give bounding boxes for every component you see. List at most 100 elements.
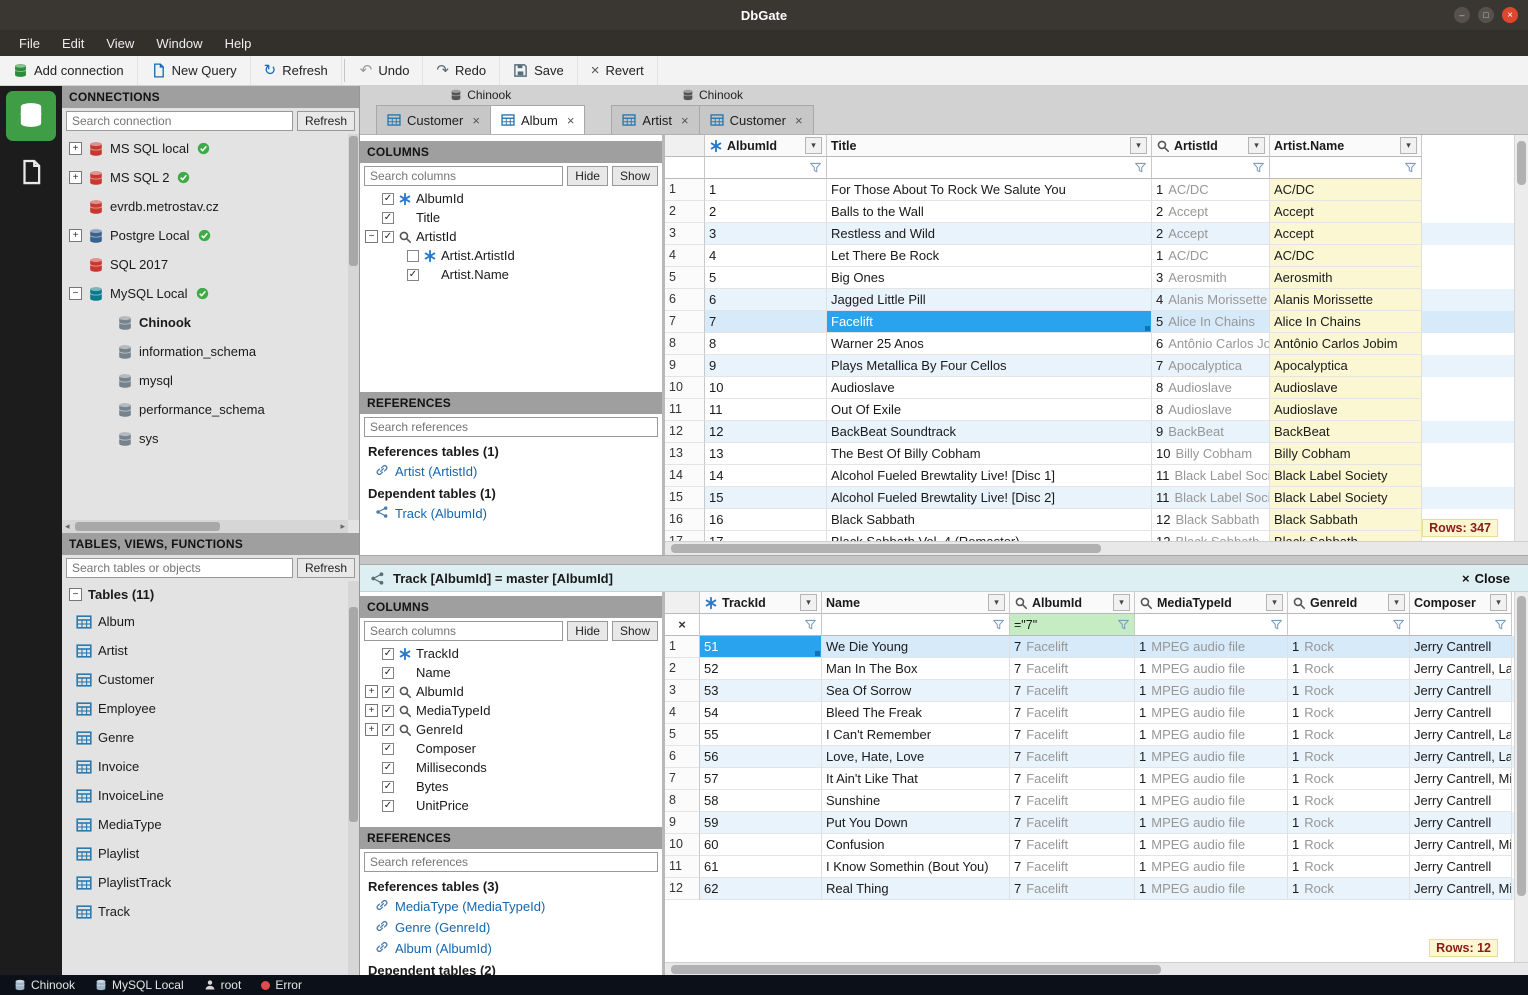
filter-icon[interactable]: [804, 618, 817, 631]
close-icon[interactable]: ×: [795, 113, 803, 128]
cell-trackid[interactable]: 62: [700, 878, 822, 900]
tab-customer[interactable]: Customer ×: [376, 105, 491, 134]
cell-composer[interactable]: Jerry Cantrell, Layne Staley: [1410, 746, 1512, 768]
connection-search-input[interactable]: [66, 111, 293, 131]
connection-item[interactable]: sys: [62, 424, 359, 453]
cell-albumid[interactable]: 6: [705, 289, 827, 311]
chevron-down-icon[interactable]: ▾: [1490, 594, 1507, 611]
cell-composer[interactable]: Jerry Cantrell, Michael Starr: [1410, 878, 1512, 900]
cell-albumid[interactable]: 7 Facelift: [1010, 856, 1135, 878]
row-number[interactable]: 7: [665, 311, 705, 333]
filter-composer[interactable]: [1410, 614, 1512, 636]
table-item[interactable]: Album: [62, 607, 359, 636]
cell-composer[interactable]: Jerry Cantrell, Michael Starr: [1410, 768, 1512, 790]
table-row[interactable]: 8 58 Sunshine 7 Facelift 1 MPEG audio file…: [665, 790, 1528, 812]
menu-help[interactable]: Help: [214, 33, 263, 54]
cell-name[interactable]: Put You Down: [822, 812, 1010, 834]
cell-artistname[interactable]: Aerosmith: [1270, 267, 1422, 289]
table-row[interactable]: 15 15 Alcohol Fueled Brewtality Live! [D…: [665, 487, 1528, 509]
chevron-down-icon[interactable]: ▾: [805, 137, 822, 154]
column-header-title[interactable]: Title ▾: [827, 135, 1152, 157]
cell-albumid[interactable]: 7 Facelift: [1010, 746, 1135, 768]
cell-title[interactable]: Warner 25 Anos: [827, 333, 1152, 355]
filter-icon[interactable]: [809, 161, 822, 174]
status-connection[interactable]: MySQL Local: [85, 975, 194, 995]
table-item[interactable]: PlaylistTrack: [62, 868, 359, 897]
close-icon[interactable]: ×: [567, 113, 575, 128]
table-row[interactable]: 13 13 The Best Of Billy Cobham 10 Billy C…: [665, 443, 1528, 465]
cell-albumid[interactable]: 12: [705, 421, 827, 443]
table-row[interactable]: 12 62 Real Thing 7 Facelift 1 MPEG audio f…: [665, 878, 1528, 900]
cell-mediatypeid[interactable]: 1 MPEG audio file: [1135, 790, 1288, 812]
column-header-trackid[interactable]: TrackId ▾: [700, 592, 822, 614]
cell-genreid[interactable]: 1 Rock: [1288, 812, 1410, 834]
column-checkbox[interactable]: [382, 723, 394, 736]
cell-artistid[interactable]: 9 BackBeat: [1152, 421, 1270, 443]
cell-albumid[interactable]: 16: [705, 509, 827, 531]
chevron-down-icon[interactable]: ▾: [1113, 594, 1130, 611]
cell-mediatypeid[interactable]: 1 MPEG audio file: [1135, 724, 1288, 746]
cell-artistname[interactable]: BackBeat: [1270, 421, 1422, 443]
cell-albumid[interactable]: 1: [705, 179, 827, 201]
column-header-albumid[interactable]: AlbumId ▾: [1010, 592, 1135, 614]
scroll-right-icon[interactable]: ▸: [337, 521, 348, 532]
track-grid-vscroll[interactable]: [1514, 592, 1528, 962]
scrollbar-thumb[interactable]: [1517, 141, 1526, 185]
cell-artistid[interactable]: 1 AC/DC: [1152, 245, 1270, 267]
menu-view[interactable]: View: [95, 33, 145, 54]
row-number[interactable]: 5: [665, 724, 700, 746]
cell-albumid[interactable]: 2: [705, 201, 827, 223]
column-checkbox[interactable]: [382, 742, 394, 755]
column-checkbox[interactable]: [382, 211, 394, 224]
table-row[interactable]: 4 54 Bleed The Freak 7 Facelift 1 MPEG aud…: [665, 702, 1528, 724]
cell-trackid[interactable]: 57: [700, 768, 822, 790]
cell-artistname[interactable]: Black Sabbath: [1270, 531, 1422, 541]
cell-artistid[interactable]: 8 Audioslave: [1152, 399, 1270, 421]
filter-icon[interactable]: [1252, 161, 1265, 174]
cell-title[interactable]: Restless and Wild: [827, 223, 1152, 245]
chevron-down-icon[interactable]: ▾: [1266, 594, 1283, 611]
column-item[interactable]: − ArtistId: [360, 227, 662, 246]
menu-file[interactable]: File: [8, 33, 51, 54]
cell-name[interactable]: Confusion: [822, 834, 1010, 856]
cell-title[interactable]: Out Of Exile: [827, 399, 1152, 421]
cell-mediatypeid[interactable]: 1 MPEG audio file: [1135, 658, 1288, 680]
tree-expander[interactable]: −: [69, 287, 82, 300]
cell-albumid[interactable]: 7 Facelift: [1010, 680, 1135, 702]
tables-vscroll[interactable]: [348, 581, 359, 975]
table-row[interactable]: 5 5 Big Ones 3 Aerosmith Aerosmith: [665, 267, 1528, 289]
cell-artistname[interactable]: Audioslave: [1270, 399, 1422, 421]
chevron-down-icon[interactable]: ▾: [988, 594, 1005, 611]
scrollbar-thumb[interactable]: [671, 544, 1101, 553]
cell-albumid[interactable]: 7 Facelift: [1010, 636, 1135, 658]
save-button[interactable]: Save: [500, 56, 578, 85]
cell-artistname[interactable]: Antônio Carlos Jobim: [1270, 333, 1422, 355]
cell-genreid[interactable]: 1 Rock: [1288, 680, 1410, 702]
filter-icon[interactable]: [1270, 618, 1283, 631]
connection-item[interactable]: performance_schema: [62, 395, 359, 424]
cell-name[interactable]: Bleed The Freak: [822, 702, 1010, 724]
status-database[interactable]: Chinook: [4, 975, 85, 995]
cell-composer[interactable]: Jerry Cantrell, Michael Starr: [1410, 834, 1512, 856]
row-number[interactable]: 1: [665, 179, 705, 201]
cell-genreid[interactable]: 1 Rock: [1288, 834, 1410, 856]
cell-trackid[interactable]: 51: [700, 636, 822, 658]
cell-artistid[interactable]: 4 Alanis Morissette: [1152, 289, 1270, 311]
reference-link-album[interactable]: Album (AlbumId): [360, 938, 662, 959]
tree-expander[interactable]: +: [365, 704, 378, 717]
cell-composer[interactable]: Jerry Cantrell: [1410, 680, 1512, 702]
tables-group-row[interactable]: − Tables (11): [62, 581, 359, 607]
chevron-down-icon[interactable]: ▾: [1130, 137, 1147, 154]
cell-title[interactable]: Alcohol Fueled Brewtality Live! [Disc 2]: [827, 487, 1152, 509]
hide-button[interactable]: Hide: [567, 166, 608, 186]
row-number[interactable]: 9: [665, 355, 705, 377]
cell-trackid[interactable]: 56: [700, 746, 822, 768]
cell-mediatypeid[interactable]: 1 MPEG audio file: [1135, 746, 1288, 768]
close-button[interactable]: ×: [1502, 7, 1518, 23]
row-number[interactable]: 13: [665, 443, 705, 465]
table-row[interactable]: 6 56 Love, Hate, Love 7 Facelift 1 MPEG au…: [665, 746, 1528, 768]
cell-artistname[interactable]: Black Label Society: [1270, 487, 1422, 509]
cell-genreid[interactable]: 1 Rock: [1288, 746, 1410, 768]
table-row[interactable]: 1 1 For Those About To Rock We Salute Yo…: [665, 179, 1528, 201]
cell-artistname[interactable]: Alanis Morissette: [1270, 289, 1422, 311]
